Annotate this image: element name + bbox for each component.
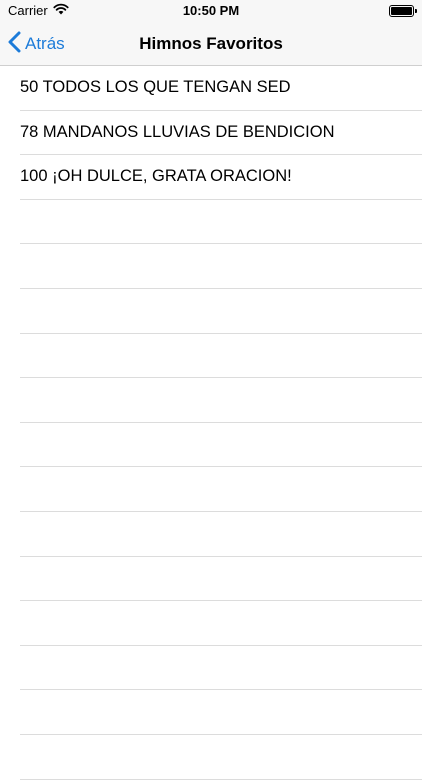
list-item[interactable]: 78 MANDANOS LLUVIAS DE BENDICION [20, 111, 422, 156]
hymn-title: 100 ¡OH DULCE, GRATA ORACION! [20, 167, 292, 186]
empty-row [20, 601, 422, 646]
hymn-title: 78 MANDANOS LLUVIAS DE BENDICION [20, 122, 335, 141]
empty-row [20, 378, 422, 423]
empty-row [20, 690, 422, 735]
empty-row [20, 735, 422, 780]
page-title: Himnos Favoritos [139, 34, 283, 53]
empty-row [20, 244, 422, 289]
empty-row [20, 646, 422, 691]
status-bar: Carrier 10:50 PM [0, 0, 422, 22]
empty-row [20, 557, 422, 602]
hymn-title: 50 TODOS LOS QUE TENGAN SED [20, 78, 291, 97]
empty-row [20, 423, 422, 468]
empty-row [20, 512, 422, 557]
battery-icon [389, 5, 417, 17]
list-item[interactable]: 100 ¡OH DULCE, GRATA ORACION! [20, 155, 422, 200]
navigation-bar: Atrás Himnos Favoritos [0, 22, 422, 66]
empty-row [20, 467, 422, 512]
empty-row [20, 200, 422, 245]
status-time: 10:50 PM [182, 3, 240, 18]
battery-level [391, 7, 412, 15]
favorites-list: 50 TODOS LOS QUE TENGAN SED 78 MANDANOS … [0, 66, 422, 780]
list-item[interactable]: 50 TODOS LOS QUE TENGAN SED [20, 66, 422, 111]
empty-row [20, 289, 422, 334]
empty-row [20, 334, 422, 379]
